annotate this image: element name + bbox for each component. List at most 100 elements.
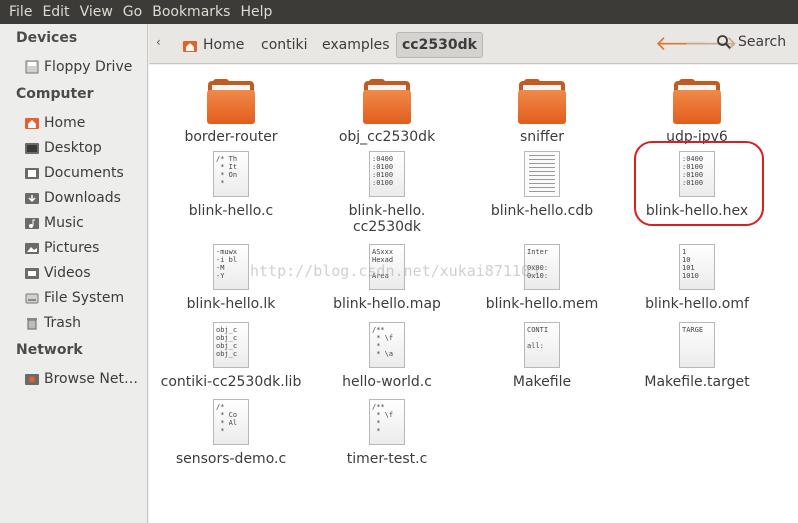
highlight-circle <box>634 141 764 226</box>
text-file-icon: 1 10 101 1010 <box>673 244 721 292</box>
breadcrumb-examples[interactable]: examples <box>317 32 395 58</box>
devices-heading: Devices <box>16 30 78 46</box>
file-name: obj_cc2530dk <box>338 129 436 145</box>
folder-item-sniffer[interactable]: sniffer <box>464 77 620 145</box>
file-item-timer-test-c[interactable]: /** * \f * * timer-test.c <box>309 399 465 467</box>
home-folder-icon <box>182 37 198 53</box>
text-file-icon: :0400:0100:0100:0100 <box>363 151 411 199</box>
menu-file[interactable]: File <box>4 0 37 24</box>
file-name: sensors-demo.c <box>175 451 287 467</box>
pictures-icon <box>24 240 40 256</box>
sidebar-item-videos[interactable]: Videos <box>24 262 91 284</box>
network-heading: Network <box>16 342 83 358</box>
menu-bookmarks[interactable]: Bookmarks <box>147 0 235 24</box>
search-button[interactable]: Search <box>716 34 786 50</box>
sidebar-item-file-system[interactable]: File System <box>24 287 124 309</box>
sidebar-item-label: File System <box>44 290 125 306</box>
folder-item-border-router[interactable]: border-router <box>153 77 309 145</box>
file-name: blink-hello.lk <box>186 296 276 312</box>
sidebar-item-music[interactable]: Music <box>24 212 84 234</box>
file-name: timer-test.c <box>346 451 428 467</box>
file-item-blink-hello-cdb[interactable]: blink-hello.cdb <box>464 151 620 219</box>
file-name: blink-hello.omf <box>645 296 749 312</box>
file-item-contiki-cc2530dk-lib[interactable]: obj_c obj_c obj_c obj_c contiki-cc2530dk.li… <box>153 322 309 390</box>
sidebar-item-label: Downloads <box>44 190 121 206</box>
sidebar-item-label: Music <box>44 215 84 231</box>
file-name: Makefile.target <box>644 374 750 390</box>
hard-drive-icon <box>24 290 40 306</box>
text-file-icon: -muwx -i bl -M -Y <box>207 244 255 292</box>
sidebar-item-label: Home <box>44 115 86 131</box>
menu-help[interactable]: Help <box>235 0 277 24</box>
location-toolbar: ‹ Home contiki examples cc2530dk 🡐 🡒 Sea… <box>149 24 798 64</box>
file-item-sensors-demo-c[interactable]: /* * Co * Al * sensors-demo.c <box>153 399 309 467</box>
folder-item-obj-cc2530dk[interactable]: obj_cc2530dk <box>309 77 465 145</box>
floppy-icon <box>24 59 40 75</box>
sidebar-item-trash[interactable]: Trash <box>24 312 81 334</box>
folder-icon <box>673 77 721 125</box>
computer-heading: Computer <box>16 86 94 102</box>
sidebar-item-label: Pictures <box>44 240 100 256</box>
file-item-hello-world-c[interactable]: /** * \f * * \a hello-world.c <box>309 322 465 390</box>
sidebar-item-documents[interactable]: Documents <box>24 162 124 184</box>
sidebar-item-pictures[interactable]: Pictures <box>24 237 99 259</box>
sidebar-item-label: Videos <box>44 265 91 281</box>
network-icon <box>24 371 40 387</box>
breadcrumb-cc2530dk[interactable]: cc2530dk <box>396 32 483 58</box>
places-sidebar: Devices Floppy Drive Computer Home Deskt… <box>0 24 148 523</box>
text-file-icon: TARGE <box>673 322 721 370</box>
sidebar-item-desktop[interactable]: Desktop <box>24 137 102 159</box>
file-name: border-router <box>184 129 278 145</box>
menu-view[interactable]: View <box>75 0 118 24</box>
folder-icon <box>518 77 566 125</box>
home-folder-icon <box>24 115 40 131</box>
file-name: Makefile <box>512 374 572 390</box>
sidebar-item-label: Browse Net… <box>44 371 139 387</box>
folder-item-udp-ipv6[interactable]: udp-ipv6 <box>619 77 775 145</box>
sidebar-item-label: Desktop <box>44 140 102 156</box>
sidebar-item-browse-network[interactable]: Browse Net… <box>24 368 138 390</box>
folder-icon <box>207 77 255 125</box>
file-name: hello-world.c <box>342 374 432 390</box>
text-file-icon: CONTI all: <box>518 322 566 370</box>
trash-icon <box>24 315 40 331</box>
breadcrumb-contiki[interactable]: contiki <box>256 32 313 58</box>
file-name: contiki-cc2530dk.lib <box>160 374 302 390</box>
music-icon <box>24 215 40 231</box>
text-file-icon: obj_c obj_c obj_c obj_c <box>207 322 255 370</box>
file-name: sniffer <box>519 129 565 145</box>
menu-edit[interactable]: Edit <box>37 0 74 24</box>
sidebar-item-label: Documents <box>44 165 124 181</box>
file-item-makefile[interactable]: CONTI all: Makefile <box>464 322 620 390</box>
search-label: Search <box>738 34 787 50</box>
file-name-line2: cc2530dk <box>352 219 422 235</box>
text-file-icon: /* Th * It * On * <box>207 151 255 199</box>
watermark-text: http://blog.csdn.net/xukai871105 <box>250 262 539 280</box>
desktop-icon <box>24 140 40 156</box>
file-name: blink-hello.cdb <box>490 203 594 219</box>
text-file-icon: /** * \f * * <box>363 399 411 447</box>
documents-icon <box>24 165 40 181</box>
sidebar-item-floppy[interactable]: Floppy Drive <box>24 56 132 78</box>
file-grid: border-router obj_cc2530dk sniffer udp-i… <box>149 65 798 523</box>
document-icon <box>518 151 566 199</box>
menu-bar: File Edit View Go Bookmarks Help <box>0 0 798 24</box>
text-file-icon: /* * Co * Al * <box>207 399 255 447</box>
file-name: blink-hello. <box>348 203 426 219</box>
file-name: blink-hello.mem <box>485 296 599 312</box>
breadcrumb-scroll-left-icon[interactable]: ‹ <box>156 35 161 49</box>
videos-icon <box>24 265 40 281</box>
sidebar-item-downloads[interactable]: Downloads <box>24 187 121 209</box>
file-name: blink-hello.map <box>333 296 441 312</box>
sidebar-item-label: Floppy Drive <box>44 59 133 75</box>
file-item-blink-hello-omf[interactable]: 1 10 101 1010 blink-hello.omf <box>619 244 775 312</box>
file-item-blink-hello-cc2530dk[interactable]: :0400:0100:0100:0100 blink-hello. cc2530… <box>309 151 465 235</box>
file-name: blink-hello.c <box>188 203 274 219</box>
sidebar-item-home[interactable]: Home <box>24 112 85 134</box>
file-item-blink-hello-c[interactable]: /* Th * It * On * blink-hello.c <box>153 151 309 219</box>
text-file-icon: /** * \f * * \a <box>363 322 411 370</box>
downloads-icon <box>24 190 40 206</box>
file-item-makefile-target[interactable]: TARGE Makefile.target <box>619 322 775 390</box>
menu-go[interactable]: Go <box>118 0 147 24</box>
breadcrumb-home[interactable]: Home <box>177 32 249 58</box>
